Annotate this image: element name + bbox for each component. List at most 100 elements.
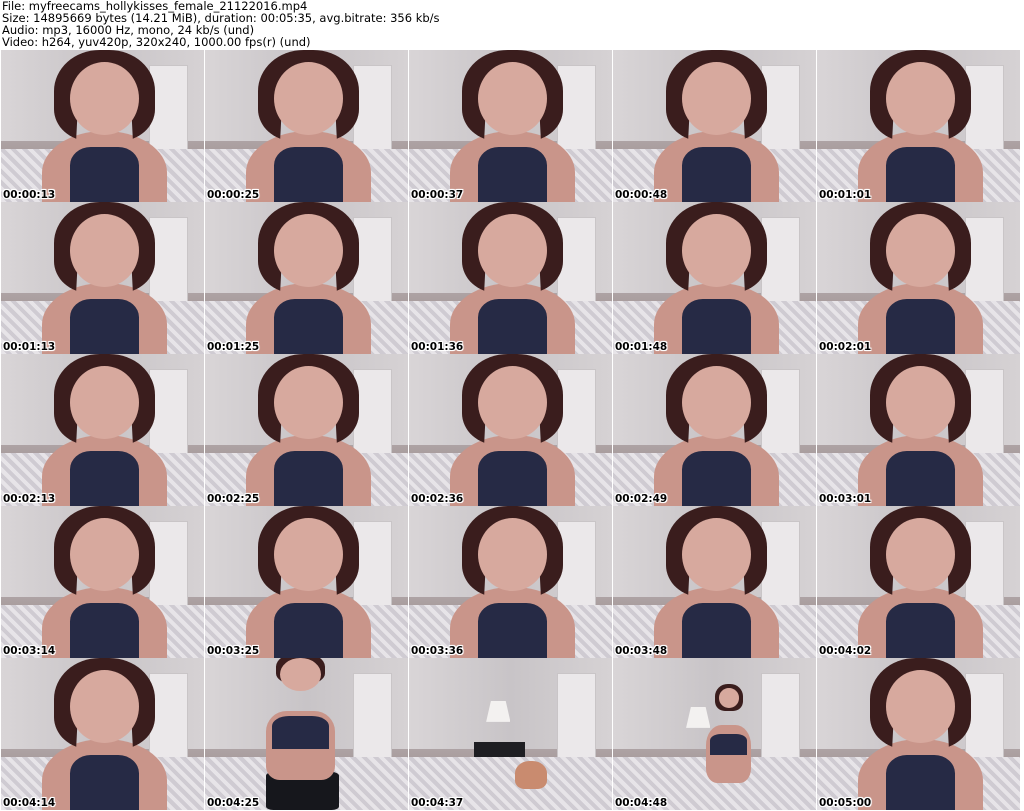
thumbnail-top <box>886 299 956 354</box>
thumbnail-frame: 00:03:01 <box>817 354 1020 506</box>
thumbnail-top <box>274 603 344 658</box>
thumbnail-head <box>886 366 956 440</box>
thumbnail-door <box>761 673 800 759</box>
thumbnail-head <box>682 62 752 136</box>
timestamp-label: 00:02:36 <box>411 493 464 505</box>
timestamp-label: 00:01:13 <box>3 341 56 353</box>
thumbnail-frame: 00:01:01 <box>817 50 1020 202</box>
thumbnail-frame: 00:00:25 <box>205 50 408 202</box>
thumbnail-frame: 00:01:13 <box>1 202 204 354</box>
timestamp-label: 00:00:13 <box>3 189 56 201</box>
thumbnail-head <box>70 670 140 744</box>
thumbnail-top <box>478 147 548 202</box>
thumbnail-top <box>70 755 140 810</box>
timestamp-label: 00:01:48 <box>615 341 668 353</box>
thumbnail-butt <box>514 761 548 789</box>
thumbnail-frame: 00:05:00 <box>817 658 1020 810</box>
timestamp-label: 00:04:02 <box>819 645 872 657</box>
thumbnail-top <box>70 603 140 658</box>
thumbnail-top <box>274 451 344 506</box>
timestamp-label: 00:04:14 <box>3 797 56 809</box>
thumbnail-top <box>682 299 752 354</box>
thumbnail-stand <box>473 741 525 757</box>
thumbnail-frame: 00:03:36 <box>409 506 612 658</box>
thumbnail-top <box>478 451 548 506</box>
thumbnail-frame: 00:01:48 <box>613 202 816 354</box>
thumbnail-top <box>710 734 747 756</box>
thumbnail-top <box>886 603 956 658</box>
thumbnail-frame: 00:03:48 <box>613 506 816 658</box>
timestamp-label: 00:03:14 <box>3 645 56 657</box>
timestamp-label: 00:00:37 <box>411 189 464 201</box>
thumbnail-head <box>682 518 752 592</box>
thumbnail-top <box>274 147 344 202</box>
thumbnail-door <box>557 673 596 759</box>
thumbnail-frame: 00:01:25 <box>205 202 408 354</box>
thumbnail-head <box>682 214 752 288</box>
thumbnail-frame: 00:04:14 <box>1 658 204 810</box>
timestamp-label: 00:00:48 <box>615 189 668 201</box>
timestamp-label: 00:03:01 <box>819 493 872 505</box>
thumbnail-frame: 00:04:25 <box>205 658 408 810</box>
thumbnail-top <box>70 299 140 354</box>
thumbnail-head <box>478 518 548 592</box>
timestamp-label: 00:01:25 <box>207 341 260 353</box>
timestamp-label: 00:03:48 <box>615 645 668 657</box>
thumbnail-top <box>478 299 548 354</box>
thumbnail-head <box>682 366 752 440</box>
file-info-header: File: myfreecams_hollykisses_female_2112… <box>2 0 1022 48</box>
thumbnail-head <box>274 518 344 592</box>
thumbnail-head <box>70 366 140 440</box>
timestamp-label: 00:03:25 <box>207 645 260 657</box>
thumbnail-top <box>886 755 956 810</box>
thumbnail-head <box>886 62 956 136</box>
thumbnail-head <box>478 62 548 136</box>
thumbnail-top <box>682 451 752 506</box>
thumbnail-top <box>886 147 956 202</box>
thumbnail-head <box>478 366 548 440</box>
thumbnail-head <box>478 214 548 288</box>
thumbnail-top <box>70 147 140 202</box>
thumbnail-frame: 00:02:25 <box>205 354 408 506</box>
thumbnail-top <box>271 715 329 750</box>
thumbnail-head <box>70 518 140 592</box>
timestamp-label: 00:04:25 <box>207 797 260 809</box>
timestamp-label: 00:02:01 <box>819 341 872 353</box>
timestamp-label: 00:04:37 <box>411 797 464 809</box>
thumbnail-head <box>274 62 344 136</box>
timestamp-label: 00:02:49 <box>615 493 668 505</box>
thumbnail-head <box>886 214 956 288</box>
thumbnail-head <box>70 62 140 136</box>
thumbnail-frame: 00:03:14 <box>1 506 204 658</box>
timestamp-label: 00:04:48 <box>615 797 668 809</box>
timestamp-label: 00:02:25 <box>207 493 260 505</box>
thumbnail-frame: 00:00:37 <box>409 50 612 202</box>
thumbnail-head <box>280 658 321 692</box>
timestamp-label: 00:00:25 <box>207 189 260 201</box>
thumbnail-head <box>274 366 344 440</box>
thumbnail-head <box>274 214 344 288</box>
timestamp-label: 00:02:13 <box>3 493 56 505</box>
thumbnail-frame: 00:02:49 <box>613 354 816 506</box>
thumbnail-frame: 00:04:37 <box>409 658 612 810</box>
thumbnail-frame: 00:00:13 <box>1 50 204 202</box>
thumbnail-top <box>70 451 140 506</box>
thumbnail-head <box>70 214 140 288</box>
thumbnail-top <box>478 603 548 658</box>
thumbnail-frame: 00:02:36 <box>409 354 612 506</box>
timestamp-label: 00:05:00 <box>819 797 872 809</box>
thumbnail-frame: 00:04:48 <box>613 658 816 810</box>
thumbnail-frame: 00:01:36 <box>409 202 612 354</box>
thumbnail-top <box>886 451 956 506</box>
timestamp-label: 00:01:01 <box>819 189 872 201</box>
timestamp-label: 00:03:36 <box>411 645 464 657</box>
thumbnail-frame: 00:02:01 <box>817 202 1020 354</box>
thumbnail-frame: 00:00:48 <box>613 50 816 202</box>
thumbnail-top <box>682 147 752 202</box>
thumbnail-grid: 00:00:13 00:00:25 00:00:37 00:00:48 00:01:01… <box>1 50 1020 810</box>
thumbnail-top <box>274 299 344 354</box>
thumbnail-door <box>353 673 392 759</box>
thumbnail-frame: 00:02:13 <box>1 354 204 506</box>
thumbnail-top <box>682 603 752 658</box>
thumbnail-head <box>886 670 956 744</box>
